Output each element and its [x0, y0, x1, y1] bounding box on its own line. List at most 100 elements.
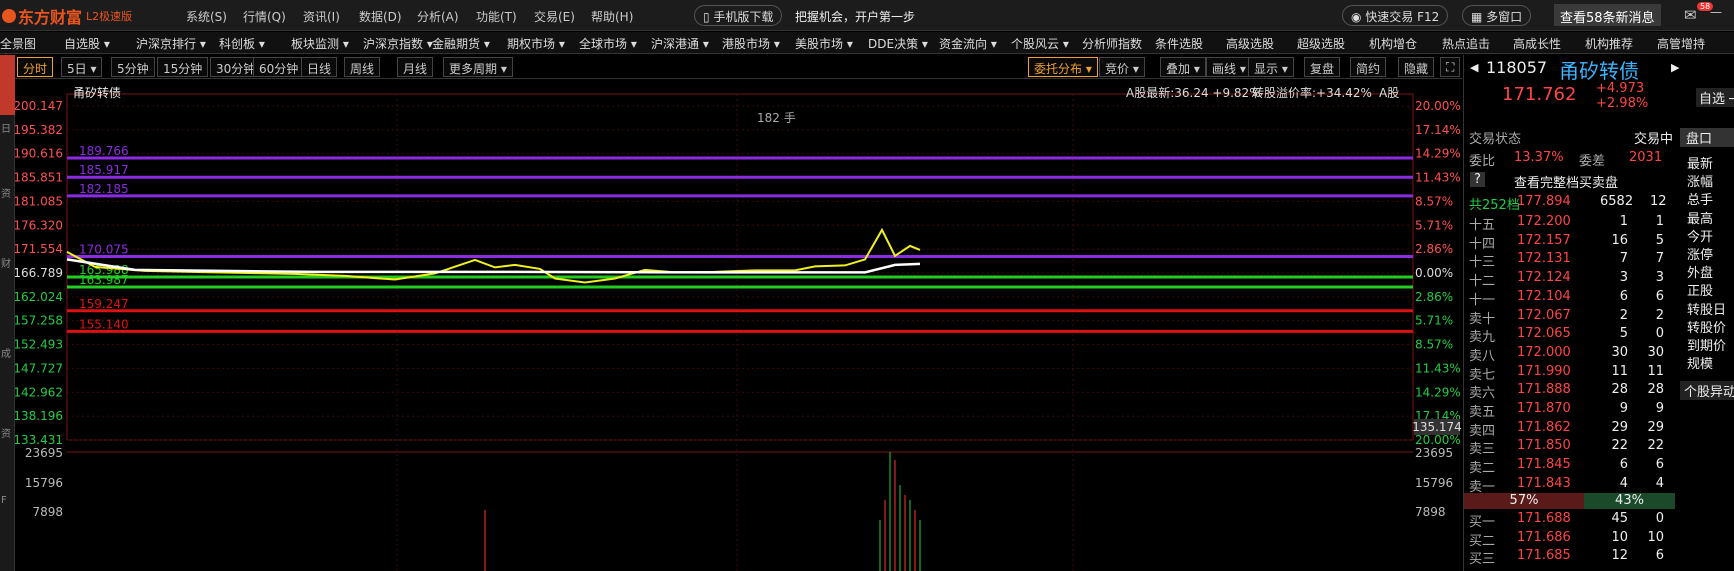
menu-trade[interactable]: 交易(E): [534, 8, 575, 25]
period-toolbar: 分时 5日 ▾ 5分钟 15分钟 30分钟 60分钟 日线 周线 月线 更多周期 ▾ 委托分布 ▾ 竞…: [15, 55, 1462, 79]
nav-item-1[interactable]: 自选股 ▾: [64, 35, 110, 52]
nav-item-14[interactable]: 个股风云 ▾: [1011, 35, 1069, 52]
mail-icon[interactable]: ✉: [1684, 6, 1697, 24]
ask-vol-11: 29: [1611, 419, 1628, 435]
nav-item-5[interactable]: 沪深京指数 ▾: [363, 35, 433, 52]
nav-item-6[interactable]: 金融期货 ▾: [432, 35, 490, 52]
nav-item-21[interactable]: 高成长性: [1513, 35, 1561, 52]
nav-item-12[interactable]: DDE决策 ▾: [868, 35, 928, 52]
right-tick-5: 5.71%: [1415, 218, 1453, 232]
ask-price-14: 171.843: [1517, 475, 1571, 491]
ask-cnt-14: 4: [1655, 475, 1664, 491]
bid-cnt-2: 6: [1655, 548, 1664, 564]
menu-analysis[interactable]: 分析(A): [417, 8, 459, 25]
news-button[interactable]: 查看58条新消息: [1554, 4, 1661, 26]
ask-label-7: 卖八: [1469, 348, 1496, 364]
bid-label-2: 买三: [1469, 552, 1496, 568]
tool-button-6[interactable]: 简约: [1350, 57, 1387, 77]
tool-button-7[interactable]: 隐藏: [1398, 57, 1435, 77]
left-tick-14: 133.431: [15, 433, 63, 447]
menu-system[interactable]: 系统(S): [186, 8, 227, 25]
menu-help[interactable]: 帮助(H): [591, 8, 633, 25]
bid-vol-1: 10: [1611, 529, 1628, 545]
menu-function[interactable]: 功能(T): [476, 8, 517, 25]
nav-item-20[interactable]: 热点追击: [1442, 35, 1490, 52]
tool-button-0[interactable]: 委托分布 ▾: [1028, 57, 1098, 77]
nav-item-23[interactable]: 高管增持: [1657, 35, 1705, 52]
multi-window-button[interactable]: ▦ 多窗口: [1462, 5, 1532, 26]
ask-ratio-bar: 57%: [1464, 493, 1584, 509]
left-tick-6: 171.554: [15, 242, 63, 256]
nav-item-22[interactable]: 机构推荐: [1585, 35, 1633, 52]
side-label-8: 转股日: [1687, 302, 1727, 318]
period-tab-9[interactable]: 更多周期 ▾: [443, 57, 513, 77]
period-tab-0[interactable]: 分时: [17, 57, 54, 77]
tool-button-5[interactable]: 复盘: [1304, 57, 1341, 77]
period-tab-2[interactable]: 5分钟: [111, 57, 155, 77]
tool-button-4[interactable]: 显示 ▾: [1248, 57, 1294, 77]
nav-next-icon[interactable]: ▶: [1671, 61, 1679, 74]
nav-item-18[interactable]: 超级选股: [1297, 35, 1345, 52]
mobile-download-button[interactable]: ▯ 手机版下载: [694, 5, 783, 26]
ask-vol-10: 9: [1619, 401, 1628, 416]
menu-quote[interactable]: 行情(Q): [243, 8, 286, 25]
nav-item-16[interactable]: 条件选股: [1155, 35, 1203, 52]
side-label-4: 今开: [1687, 229, 1714, 245]
expand-icon[interactable]: ⛶: [1440, 57, 1461, 77]
nav-item-19[interactable]: 机构增仓: [1369, 35, 1417, 52]
period-tab-7[interactable]: 周线: [344, 57, 381, 77]
nav-item-4[interactable]: 板块监测 ▾: [291, 35, 349, 52]
ask-label-2: 十三: [1469, 255, 1496, 271]
left-tick-9: 157.258: [15, 314, 63, 328]
full-book-button[interactable]: 查看完整档买卖盘: [1514, 172, 1618, 191]
intraday-chart[interactable]: 200.147 20.00% 195.382 17.14% 190.616 14.29% 1…: [15, 80, 1462, 571]
ask-price-5: 172.067: [1517, 307, 1571, 323]
period-tab-3[interactable]: 15分钟: [157, 57, 209, 77]
slogan-link[interactable]: 把握机会，开户第一步: [795, 8, 915, 25]
nav-item-0[interactable]: 全景图: [0, 35, 36, 52]
period-tab-8[interactable]: 月线: [397, 57, 434, 77]
side-label-0: 最新: [1687, 157, 1714, 172]
menu-news[interactable]: 资讯(I): [303, 8, 340, 25]
period-tab-1[interactable]: 5日 ▾: [61, 57, 103, 77]
change: +4.973: [1596, 81, 1645, 96]
nav-item-2[interactable]: 沪深京排行 ▾: [136, 35, 206, 52]
vol-tick-r-0: 23695: [1415, 446, 1453, 460]
bid-ratio-bar: 43%: [1584, 493, 1675, 509]
period-tab-6[interactable]: 日线: [301, 57, 338, 77]
nav-item-9[interactable]: 沪深港通 ▾: [651, 35, 709, 52]
quick-trade-button[interactable]: ◉ 快速交易 F12: [1342, 5, 1449, 26]
tool-button-3[interactable]: 画线 ▾: [1206, 57, 1252, 77]
side-label-11: 规模: [1687, 357, 1714, 373]
nav-item-11[interactable]: 美股市场 ▾: [795, 35, 853, 52]
side-bottom-tab[interactable]: 个股异动: [1680, 381, 1734, 400]
side-tab-pankou[interactable]: 盘口: [1680, 128, 1734, 147]
ask-vol-8: 11: [1611, 363, 1628, 379]
minimize-icon[interactable]: —: [1710, 5, 1722, 19]
strip-active-tab[interactable]: [0, 55, 15, 115]
nav-item-13[interactable]: 资金流向 ▾: [939, 35, 997, 52]
nav-item-10[interactable]: 港股市场 ▾: [722, 35, 780, 52]
side-label-3: 最高: [1687, 211, 1714, 227]
right-tick-7: 0.00%: [1415, 266, 1453, 280]
app-version: L2极速版: [86, 10, 133, 23]
nav-item-15[interactable]: 分析师指数: [1082, 35, 1142, 52]
bid-vol-0: 45: [1611, 511, 1628, 526]
nav-item-17[interactable]: 高级选股: [1226, 35, 1274, 52]
tool-button-2[interactable]: 叠加 ▾: [1160, 57, 1206, 77]
ask-vol-1: 16: [1611, 232, 1628, 248]
help-icon[interactable]: ?: [1470, 172, 1485, 187]
nav-item-8[interactable]: 全球市场 ▾: [579, 35, 637, 52]
add-watchlist-button[interactable]: 自选 ─: [1696, 88, 1734, 107]
nav-item-7[interactable]: 期权市场 ▾: [507, 35, 565, 52]
menu-data[interactable]: 数据(D): [359, 8, 402, 25]
period-tab-5[interactable]: 60分钟: [253, 57, 305, 77]
tool-button-1[interactable]: 竞价 ▾: [1099, 57, 1145, 77]
nav-prev-icon[interactable]: ◀: [1470, 61, 1478, 74]
ask-vol-2: 7: [1619, 251, 1628, 267]
ask-label-3: 十二: [1469, 274, 1496, 290]
nav-item-3[interactable]: 科创板 ▾: [219, 35, 265, 52]
side-label-2: 总手: [1687, 193, 1714, 209]
ask-price-8: 171.990: [1517, 363, 1571, 379]
phone-icon: ▯: [703, 10, 714, 24]
